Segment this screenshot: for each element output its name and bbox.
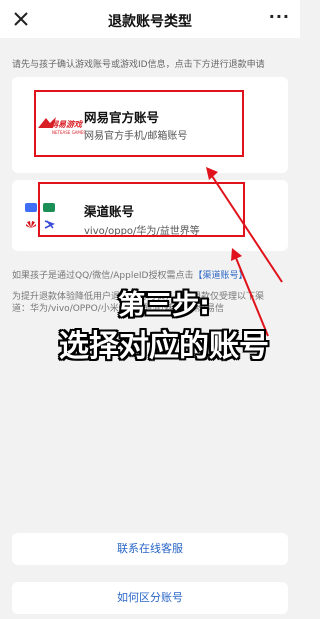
step-caption-line2: 选择对应的账号 xyxy=(59,329,269,364)
contact-support-button[interactable]: 联系在线客服 xyxy=(12,533,288,565)
distinguish-account-button[interactable]: 如何区分账号 xyxy=(12,582,288,614)
step-caption-line1: 第三步: xyxy=(118,290,210,321)
